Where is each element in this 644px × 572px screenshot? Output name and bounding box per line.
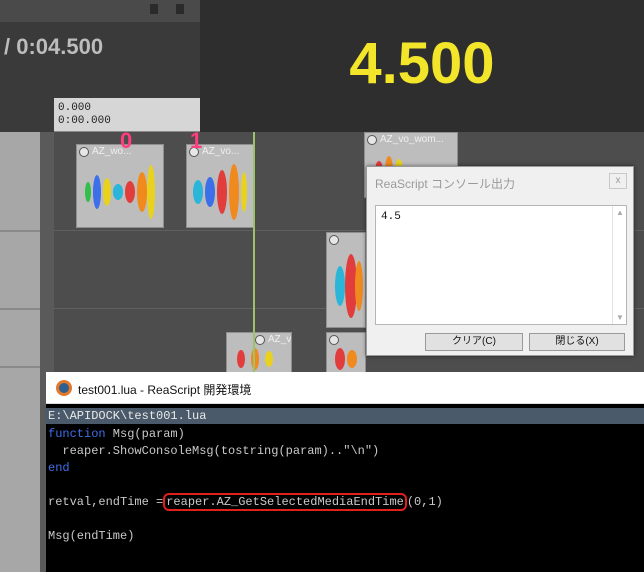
- waveform: [231, 348, 287, 370]
- edit-cursor[interactable]: [253, 132, 255, 382]
- code-text: retval,endTime =: [48, 495, 164, 509]
- waveform: [331, 348, 361, 370]
- time-display: / 0:04.500: [4, 34, 104, 59]
- media-item[interactable]: AZ_wo...: [76, 144, 164, 228]
- file-path: E:\APIDOCK\test001.lua: [46, 408, 644, 424]
- toolbar-strip: [0, 0, 200, 22]
- media-item[interactable]: [326, 332, 366, 374]
- clock-icon: [255, 334, 265, 345]
- ruler-label-beats: 0.000: [58, 102, 92, 114]
- clock-icon: [79, 146, 89, 157]
- toolbar-icon[interactable]: [150, 4, 158, 14]
- scrollbar[interactable]: ▲ ▼: [612, 206, 626, 324]
- code-keyword: function: [48, 427, 106, 441]
- console-output[interactable]: 4.5 ▲ ▼: [375, 205, 627, 325]
- media-item-title: AZ_vo...: [202, 146, 240, 157]
- toolbar-icon[interactable]: [176, 4, 184, 14]
- result-overlay: 4.500: [200, 0, 644, 132]
- console-output-text: 4.5: [381, 211, 401, 223]
- console-title: ReaScript コンソール出力: [375, 177, 516, 191]
- code-text: reaper.ShowConsoleMsg(tostring(param).."…: [48, 444, 380, 458]
- code-text: Msg(endTime): [48, 529, 135, 543]
- waveform: [191, 163, 249, 221]
- waveform: [331, 251, 363, 321]
- code-text: Msg(param): [105, 427, 185, 441]
- media-item[interactable]: [326, 232, 366, 328]
- code-text: (0,1): [406, 495, 443, 509]
- ruler-label-time: 0:00.000: [58, 115, 111, 127]
- close-icon[interactable]: x: [609, 173, 627, 189]
- ide-title: test001.lua - ReaScript 開発環境: [78, 383, 252, 397]
- scroll-up-icon[interactable]: ▲: [616, 208, 624, 217]
- media-item-title: AZ_vo_wom...: [380, 134, 444, 145]
- clock-icon: [329, 234, 339, 245]
- timeline-ruler[interactable]: 0.000 0:00.000: [54, 98, 200, 132]
- marker-label[interactable]: 0: [120, 128, 132, 154]
- highlighted-function: reaper.AZ_GetSelectedMediaEndTime: [163, 493, 407, 511]
- ide-window: test001.lua - ReaScript 開発環境 E:\APIDOCK\…: [46, 372, 644, 572]
- result-value: 4.500: [349, 31, 495, 96]
- ide-titlebar[interactable]: test001.lua - ReaScript 開発環境: [46, 372, 644, 404]
- reaper-screenshot: / 0:04.500 4.500 0.000 0:00.000 AZ_wo...…: [0, 0, 644, 572]
- media-item[interactable]: AZ_vo...: [226, 332, 292, 374]
- clock-icon: [367, 134, 377, 145]
- media-item-title: AZ_vo...: [268, 334, 292, 345]
- marker-label[interactable]: 1: [190, 128, 202, 154]
- clock-icon: [329, 334, 339, 345]
- reaper-logo-icon: [56, 380, 72, 396]
- waveform: [81, 163, 159, 221]
- console-window: ReaScript コンソール出力 x 4.5 ▲ ▼ クリア(C) 閉じる(X…: [366, 166, 634, 356]
- clear-button[interactable]: クリア(C): [425, 333, 523, 351]
- code-keyword: end: [48, 461, 70, 475]
- close-button[interactable]: 閉じる(X): [529, 333, 625, 351]
- code-editor[interactable]: function Msg(param) reaper.ShowConsoleMs…: [48, 426, 443, 545]
- media-item[interactable]: AZ_vo...: [186, 144, 254, 228]
- scroll-down-icon[interactable]: ▼: [616, 313, 624, 322]
